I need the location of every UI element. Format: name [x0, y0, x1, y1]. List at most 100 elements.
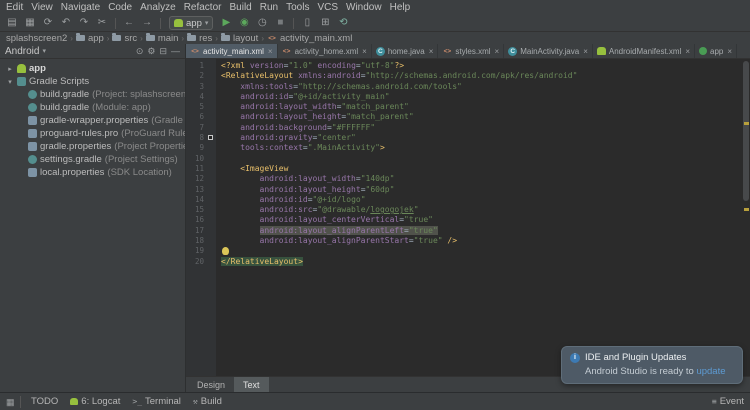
tree-item[interactable]: gradle-wrapper.properties(Gradle Version…	[0, 114, 185, 127]
editor-tab-home-java[interactable]: Chome.java×	[372, 44, 439, 58]
redo-icon[interactable]: ↷	[76, 15, 92, 31]
code-line[interactable]: 20</RelativeLayout>	[186, 257, 750, 267]
code-line[interactable]: 3 xmlns:tools="http://schemas.android.co…	[186, 82, 750, 92]
menu-item-window[interactable]: Window	[342, 0, 386, 15]
close-tab-icon[interactable]: ×	[429, 47, 434, 56]
code-line[interactable]: 7 android:background="#FFFFFF"	[186, 123, 750, 133]
close-tab-icon[interactable]: ×	[495, 47, 500, 56]
sync-icon[interactable]: ⟳	[40, 15, 56, 31]
collapse-all-icon[interactable]: ⊟	[159, 46, 167, 57]
code-line[interactable]: 12 android:layout_width="140dp"	[186, 174, 750, 184]
code-line[interactable]: 10	[186, 154, 750, 164]
menu-item-vcs[interactable]: VCS	[313, 0, 342, 15]
warning-stripe-mark[interactable]	[744, 122, 749, 125]
code-line[interactable]: 17 android:layout_alignParentLeft="true"	[186, 226, 750, 236]
tree-item[interactable]: build.gradle(Module: app)	[0, 101, 185, 114]
tree-item[interactable]: ▾Gradle Scripts	[0, 75, 185, 88]
event-log-button[interactable]: ≡ Event	[712, 396, 744, 407]
code-line[interactable]: 18 android:layout_alignParentStart="true…	[186, 236, 750, 246]
menu-item-build[interactable]: Build	[225, 0, 255, 15]
avd-manager-icon[interactable]: ▯	[299, 15, 315, 31]
breadcrumb-item[interactable]: src	[112, 33, 137, 44]
code-line[interactable]: 13 android:layout_height="60dp"	[186, 185, 750, 195]
code-line[interactable]: 9 tools:context=".MainActivity">	[186, 143, 750, 153]
update-link[interactable]: update	[696, 366, 725, 377]
menu-item-tools[interactable]: Tools	[282, 0, 313, 15]
line-number[interactable]: 14	[186, 195, 207, 205]
editor-tab-activity-main-xml[interactable]: <>activity_main.xml×	[186, 44, 278, 58]
code-line[interactable]: 4 android:id="@+id/activity_main"	[186, 92, 750, 102]
menu-item-navigate[interactable]: Navigate	[57, 0, 104, 15]
breadcrumb-item[interactable]: <>activity_main.xml	[267, 33, 352, 44]
warning-stripe-mark[interactable]	[744, 208, 749, 211]
code-editor[interactable]: 1<?xml version="1.0" encoding="utf-8"?>2…	[186, 59, 750, 376]
tree-item[interactable]: build.gradle(Project: splashscreen2)	[0, 88, 185, 101]
logcat-button[interactable]: 6: Logcat	[70, 396, 120, 407]
sdk-manager-icon[interactable]: ⊞	[317, 15, 333, 31]
editor-tab-app[interactable]: app×	[695, 44, 737, 58]
menu-item-code[interactable]: Code	[104, 0, 136, 15]
line-number[interactable]: 8	[186, 133, 207, 143]
gradle-sync-icon[interactable]: ⟲	[335, 15, 351, 31]
line-number[interactable]: 12	[186, 174, 207, 184]
menu-item-view[interactable]: View	[27, 0, 57, 15]
todo-button[interactable]: TODO	[31, 396, 58, 407]
project-view-selector[interactable]: Android ▾	[5, 46, 46, 57]
tree-item[interactable]: local.properties(SDK Location)	[0, 166, 185, 179]
breadcrumb-item[interactable]: res	[187, 33, 212, 44]
debug-icon[interactable]: ◉	[236, 15, 252, 31]
menu-item-run[interactable]: Run	[256, 0, 282, 15]
forward-icon[interactable]: →	[139, 15, 155, 31]
line-number[interactable]: 2	[186, 71, 207, 81]
terminal-button[interactable]: >_Terminal	[132, 396, 181, 407]
code-line[interactable]: 8 android:gravity="center"	[186, 133, 750, 143]
menu-item-edit[interactable]: Edit	[2, 0, 27, 15]
line-number[interactable]: 7	[186, 123, 207, 133]
code-line[interactable]: 1<?xml version="1.0" encoding="utf-8"?>	[186, 61, 750, 71]
line-number[interactable]: 1	[186, 61, 207, 71]
settings-gear-icon[interactable]: ⚙	[147, 46, 155, 57]
hide-panel-icon[interactable]: —	[171, 46, 180, 57]
editor-marker[interactable]	[208, 135, 213, 140]
code-line[interactable]: 16 android:layout_centerVertical="true"	[186, 215, 750, 225]
close-tab-icon[interactable]: ×	[685, 47, 690, 56]
line-number[interactable]: 3	[186, 82, 207, 92]
code-line[interactable]: 2<RelativeLayout xmlns:android="http://s…	[186, 71, 750, 81]
build-button[interactable]: ⚒Build	[193, 396, 222, 407]
tree-item[interactable]: proguard-rules.pro(ProGuard Rules for ap…	[0, 127, 185, 140]
close-tab-icon[interactable]: ×	[268, 47, 273, 56]
line-number[interactable]: 6	[186, 112, 207, 122]
cut-icon[interactable]: ✂	[94, 15, 110, 31]
breadcrumb-item[interactable]: splashscreen2	[6, 33, 67, 44]
breadcrumb-item[interactable]: app	[76, 33, 104, 44]
code-line[interactable]: 5 android:layout_width="match_parent"	[186, 102, 750, 112]
close-tab-icon[interactable]: ×	[583, 47, 588, 56]
tree-item[interactable]: settings.gradle(Project Settings)	[0, 153, 185, 166]
menu-item-refactor[interactable]: Refactor	[180, 0, 226, 15]
editor-tab-mainactivity-java[interactable]: CMainActivity.java×	[504, 44, 593, 58]
line-number[interactable]: 19	[186, 246, 207, 256]
back-icon[interactable]: ←	[121, 15, 137, 31]
stop-icon[interactable]: ■	[272, 15, 288, 31]
save-all-icon[interactable]: ▦	[22, 15, 38, 31]
close-tab-icon[interactable]: ×	[727, 47, 732, 56]
code-line[interactable]: 6 android:layout_height="match_parent"	[186, 112, 750, 122]
line-number[interactable]: 5	[186, 102, 207, 112]
line-number[interactable]: 15	[186, 205, 207, 215]
run-icon[interactable]: ▶	[218, 15, 234, 31]
line-number[interactable]: 11	[186, 164, 207, 174]
line-number[interactable]: 13	[186, 185, 207, 195]
code-line[interactable]: 19	[186, 246, 750, 256]
undo-icon[interactable]: ↶	[58, 15, 74, 31]
line-number[interactable]: 9	[186, 143, 207, 153]
code-line[interactable]: 11 <ImageView	[186, 164, 750, 174]
line-number[interactable]: 20	[186, 257, 207, 267]
menu-item-help[interactable]: Help	[386, 0, 415, 15]
bottom-tab-text[interactable]: Text	[234, 377, 269, 392]
tree-item[interactable]: ▸app	[0, 62, 185, 75]
run-config-selector[interactable]: app▾	[169, 16, 213, 30]
bottom-tab-design[interactable]: Design	[188, 377, 234, 392]
line-number[interactable]: 4	[186, 92, 207, 102]
close-tab-icon[interactable]: ×	[362, 47, 367, 56]
line-number[interactable]: 16	[186, 215, 207, 225]
